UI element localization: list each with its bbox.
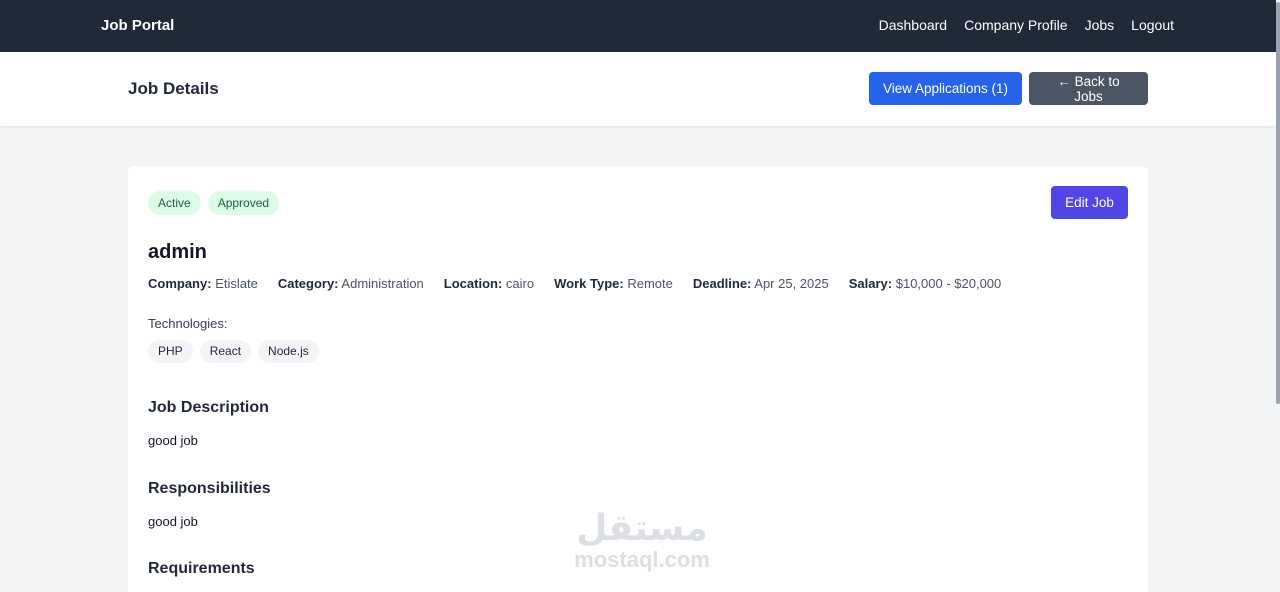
- tech-tag: React: [199, 340, 252, 363]
- nav-company-profile[interactable]: Company Profile: [964, 17, 1068, 33]
- nav-dashboard[interactable]: Dashboard: [879, 17, 948, 33]
- status-badge-active: Active: [148, 191, 201, 215]
- meta-work-type: Work Type: Remote: [554, 276, 673, 291]
- responsibilities-text: good job: [148, 514, 198, 529]
- technology-tags: PHP React Node.js: [148, 340, 319, 363]
- edit-job-button[interactable]: Edit Job: [1051, 186, 1128, 219]
- page-title: Job Details: [128, 79, 219, 98]
- nav-logout[interactable]: Logout: [1131, 17, 1174, 33]
- back-to-jobs-button[interactable]: ← Back to Jobs: [1029, 72, 1148, 105]
- job-description-heading: Job Description: [148, 399, 269, 416]
- view-applications-button[interactable]: View Applications (1): [869, 72, 1022, 105]
- page-header: Job Details View Applications (1) ← Back…: [0, 52, 1276, 126]
- nav-links: Dashboard Company Profile Jobs Logout: [879, 17, 1174, 33]
- nav-jobs[interactable]: Jobs: [1085, 17, 1115, 33]
- meta-category: Category: Administration: [277, 276, 424, 291]
- scrollbar-thumb[interactable]: [1276, 2, 1280, 404]
- job-details-card: Active Approved Edit Job admin Company: …: [128, 166, 1148, 592]
- page-scrollbar[interactable]: [1276, 0, 1280, 592]
- job-meta: Company: Etislate Category: Administrati…: [148, 276, 1001, 291]
- top-navbar: Job Portal Dashboard Company Profile Job…: [0, 0, 1276, 52]
- meta-deadline: Deadline: Apr 25, 2025: [692, 276, 829, 291]
- meta-location: Location: cairo: [443, 276, 535, 291]
- tech-tag: PHP: [148, 340, 193, 363]
- responsibilities-heading: Responsibilities: [148, 480, 271, 497]
- status-badge-approved: Approved: [207, 191, 280, 215]
- meta-company: Company: Etislate: [148, 276, 258, 291]
- meta-salary: Salary: $10,000 - $20,000: [848, 276, 1002, 291]
- brand-logo[interactable]: Job Portal: [101, 17, 174, 34]
- tech-tag: Node.js: [258, 340, 319, 363]
- job-title: admin: [148, 241, 207, 263]
- requirements-heading: Requirements: [148, 560, 255, 577]
- technologies-label: Technologies:: [148, 316, 228, 331]
- status-badges: Active Approved: [148, 191, 280, 215]
- job-description-text: good job: [148, 433, 198, 448]
